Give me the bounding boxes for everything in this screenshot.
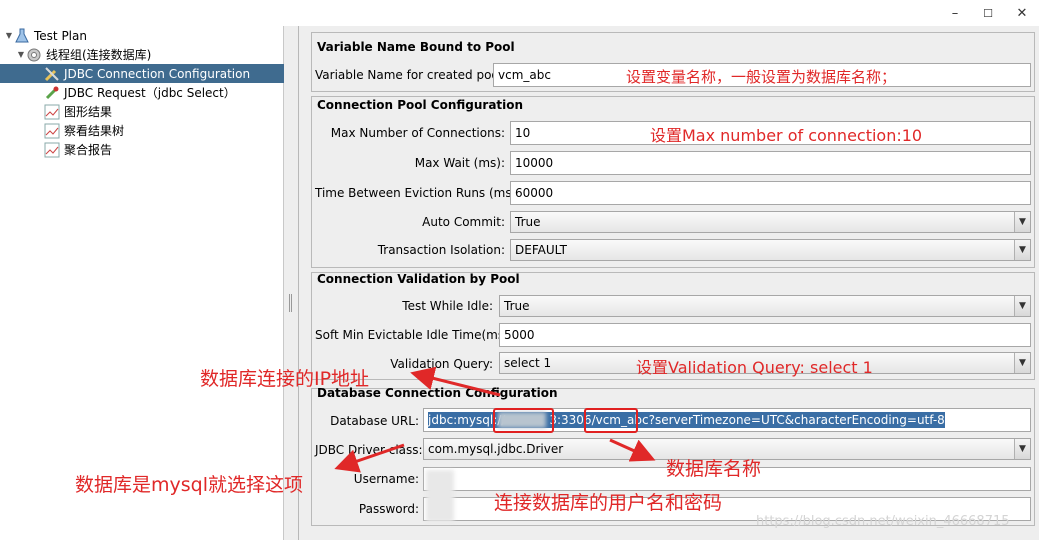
section-title: Connection Pool Configuration	[317, 98, 524, 112]
isolation-select[interactable]: DEFAULT ▼	[510, 239, 1031, 261]
test-idle-value: True	[504, 299, 530, 313]
minimize-icon[interactable]: –	[939, 0, 971, 26]
wrench-icon	[44, 66, 60, 82]
password-label: Password:	[358, 502, 419, 516]
beaker-icon	[14, 28, 30, 44]
expand-toggle-icon[interactable]: ▼	[16, 50, 26, 59]
annotation-max-conn: 设置Max number of connection:10	[650, 126, 923, 145]
isolation-label: Transaction Isolation:	[377, 243, 505, 257]
tree-item-label: 察看结果树	[64, 124, 125, 138]
pane-splitter[interactable]	[285, 26, 296, 540]
graph-icon	[44, 104, 60, 120]
gear-icon	[26, 47, 42, 63]
tree-item-label: 线程组(连接数据库)	[46, 48, 152, 62]
close-icon[interactable]: ✕	[1006, 0, 1038, 26]
tree-item-jdbc-request[interactable]: JDBC Request（jdbc Select）	[0, 83, 284, 102]
tree-item-label: JDBC Request（jdbc Select）	[64, 86, 236, 100]
tree-item-graph-results[interactable]: 图形结果	[0, 102, 284, 121]
dropdown-arrow-icon[interactable]: ▼	[1014, 439, 1030, 459]
dropdown-arrow-icon[interactable]: ▼	[1014, 353, 1030, 373]
dropdown-arrow-icon[interactable]: ▼	[1014, 212, 1030, 232]
credentials-blur	[426, 470, 454, 522]
tree-item-label: 聚合报告	[64, 143, 113, 157]
watermark: https://blog.csdn.net/weixin_46668715	[756, 514, 1010, 529]
test-idle-label: Test While Idle:	[402, 299, 493, 313]
auto-commit-value: True	[515, 215, 541, 229]
dbname-highlight-box	[584, 408, 638, 433]
graph-icon	[44, 123, 60, 139]
section-title: Variable Name Bound to Pool	[317, 40, 515, 54]
driver-label: JDBC Driver class:	[315, 443, 423, 457]
tree-item-label: JDBC Connection Configuration	[64, 66, 251, 81]
splitter-grip-icon[interactable]	[289, 294, 292, 312]
driver-value: com.mysql.jdbc.Driver	[428, 442, 564, 456]
annotation-credentials: 连接数据库的用户名和密码	[494, 492, 723, 514]
soft-min-input[interactable]: 5000	[499, 323, 1031, 347]
dropdown-arrow-icon[interactable]: ▼	[1014, 240, 1030, 260]
tree-item-jdbc-connection[interactable]: JDBC Connection Configuration	[0, 64, 284, 83]
tree-item-results-tree[interactable]: 察看结果树	[0, 121, 284, 140]
db-url-label: Database URL:	[330, 414, 419, 428]
annotation-driver: 数据库是mysql就选择这项	[75, 474, 303, 496]
tree-item-thread-group[interactable]: ▼ 线程组(连接数据库)	[0, 45, 284, 64]
graph-icon	[44, 142, 60, 158]
url-params: ?serverTimezone=UTC&characterEncoding=ut…	[648, 413, 945, 427]
annotation-validation: 设置Validation Query: select 1	[636, 358, 873, 377]
eviction-label: Time Between Eviction Runs (ms):	[315, 186, 521, 200]
annotation-ip: 数据库连接的IP地址	[200, 368, 370, 390]
tree-item-test-plan[interactable]: ▼ Test Plan	[0, 26, 284, 45]
test-idle-select[interactable]: True ▼	[499, 295, 1031, 317]
annotation-db-name: 数据库名称	[666, 458, 762, 480]
var-name-label: Variable Name for created pool:	[315, 68, 507, 82]
dropdown-arrow-icon[interactable]: ▼	[1014, 296, 1030, 316]
expand-toggle-icon[interactable]: ▼	[4, 31, 14, 40]
maximize-icon[interactable]: ☐	[972, 0, 1004, 26]
pipette-icon	[44, 85, 60, 101]
soft-min-label: Soft Min Evictable Idle Time(ms):	[315, 328, 513, 342]
test-plan-tree: ▼ Test Plan ▼ 线程组(连接数据库) JDBC Connection…	[0, 26, 284, 540]
max-conn-label: Max Number of Connections:	[330, 126, 505, 140]
auto-commit-select[interactable]: True ▼	[510, 211, 1031, 233]
validation-query-value: select 1	[504, 356, 552, 370]
title-bar: – ☐ ✕	[0, 0, 1039, 26]
auto-commit-label: Auto Commit:	[422, 215, 505, 229]
ip-highlight-box	[493, 408, 554, 433]
annotation-var-name: 设置变量名称，一般设置为数据库名称；	[626, 68, 897, 86]
tree-item-label: 图形结果	[64, 105, 113, 119]
eviction-input[interactable]: 60000	[510, 181, 1031, 205]
max-wait-label: Max Wait (ms):	[414, 156, 505, 170]
username-label: Username:	[353, 472, 419, 486]
max-wait-input[interactable]: 10000	[510, 151, 1031, 175]
isolation-value: DEFAULT	[515, 243, 567, 257]
tree-item-aggregate-report[interactable]: 聚合报告	[0, 140, 284, 159]
tree-item-label: Test Plan	[34, 28, 87, 43]
section-title: Connection Validation by Pool	[317, 272, 520, 286]
